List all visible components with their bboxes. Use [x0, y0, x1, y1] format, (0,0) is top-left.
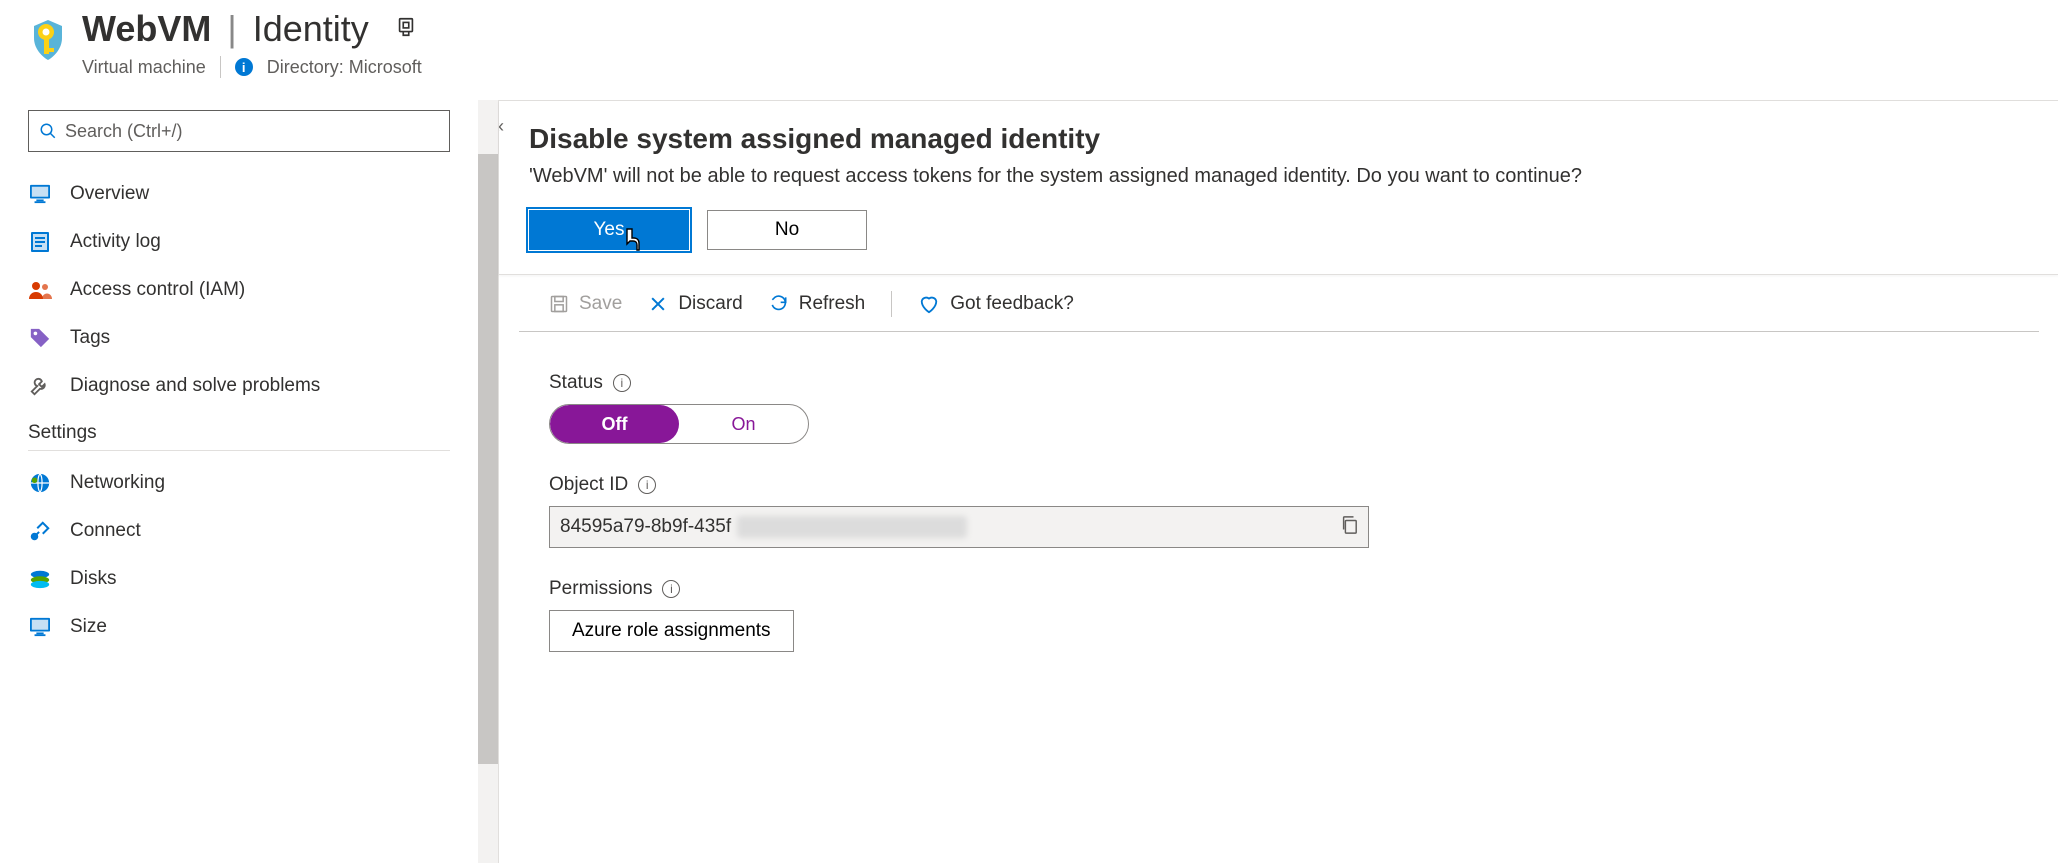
confirm-dialog: Disable system assigned managed identity…: [499, 101, 2058, 275]
object-id-field: 84595a79-8b9f-435f: [549, 506, 1369, 548]
toggle-off[interactable]: Off: [550, 405, 679, 443]
yes-button[interactable]: Yes: [529, 210, 689, 250]
key-resource-icon: [28, 18, 68, 67]
sidebar-item-label: Networking: [70, 472, 165, 494]
sidebar-item-overview[interactable]: Overview: [28, 170, 450, 218]
close-icon: [648, 294, 668, 314]
sidebar-item-label: Access control (IAM): [70, 279, 245, 301]
info-icon[interactable]: i: [638, 476, 656, 494]
object-id-label: Object ID: [549, 474, 628, 496]
people-icon: [28, 280, 52, 300]
sidebar-item-activity-log[interactable]: Activity log: [28, 218, 450, 266]
main-pane: Disable system assigned managed identity…: [498, 100, 2058, 863]
resource-name: WebVM: [82, 8, 211, 50]
sidebar-item-label: Overview: [70, 183, 149, 205]
blade-name: Identity: [253, 8, 369, 50]
sidebar-search[interactable]: [28, 110, 450, 152]
status-toggle[interactable]: Off On: [549, 404, 809, 444]
status-label: Status: [549, 372, 603, 394]
disks-icon: [28, 569, 52, 589]
refresh-button[interactable]: Refresh: [769, 293, 866, 315]
azure-role-assignments-button[interactable]: Azure role assignments: [549, 610, 794, 652]
dialog-message: 'WebVM' will not be able to request acce…: [529, 165, 2028, 188]
discard-button[interactable]: Discard: [648, 293, 742, 315]
save-icon: [549, 294, 569, 314]
no-button[interactable]: No: [707, 210, 867, 250]
search-icon: [39, 122, 57, 140]
info-icon[interactable]: i: [613, 374, 631, 392]
resource-type: Virtual machine: [82, 57, 206, 78]
breadcrumb: Virtual machine i Directory: Microsoft: [82, 56, 422, 78]
search-input[interactable]: [65, 121, 439, 142]
globe-icon: [28, 472, 52, 494]
sidebar-scrollbar[interactable]: [478, 100, 498, 863]
copy-icon[interactable]: [1340, 515, 1358, 540]
sidebar-item-label: Size: [70, 616, 107, 638]
save-button: Save: [549, 293, 622, 315]
sidebar-item-label: Connect: [70, 520, 141, 542]
scrollbar-thumb[interactable]: [478, 154, 498, 764]
tag-icon: [28, 327, 52, 349]
breadcrumb-divider: [220, 56, 221, 78]
toggle-on[interactable]: On: [679, 405, 808, 443]
sidebar-item-label: Diagnose and solve problems: [70, 375, 320, 397]
sidebar-item-label: Activity log: [70, 231, 161, 253]
pin-icon[interactable]: [395, 16, 417, 43]
sidebar-item-connect[interactable]: Connect: [28, 507, 450, 555]
sidebar-item-label: Tags: [70, 327, 110, 349]
heart-icon: [918, 294, 940, 314]
monitor-icon: [28, 617, 52, 637]
monitor-icon: [28, 184, 52, 204]
feedback-button[interactable]: Got feedback?: [918, 293, 1074, 315]
sidebar: « Overview Activity log Access control (…: [0, 100, 478, 863]
dialog-title: Disable system assigned managed identity: [529, 123, 2028, 155]
sidebar-item-networking[interactable]: Networking: [28, 459, 450, 507]
sidebar-item-size[interactable]: Size: [28, 603, 450, 651]
object-id-value: 84595a79-8b9f-435f: [560, 516, 731, 538]
sidebar-item-diagnose[interactable]: Diagnose and solve problems: [28, 362, 450, 410]
title-separator: |: [227, 8, 236, 50]
sidebar-item-tags[interactable]: Tags: [28, 314, 450, 362]
connect-icon: [28, 520, 52, 542]
sidebar-item-access-control[interactable]: Access control (IAM): [28, 266, 450, 314]
sidebar-section-settings: Settings: [28, 422, 450, 451]
command-bar: Save Discard Refresh Got feedback?: [519, 275, 2039, 332]
info-icon[interactable]: i: [235, 58, 253, 76]
log-icon: [28, 231, 52, 253]
permissions-label: Permissions: [549, 578, 652, 600]
info-icon[interactable]: i: [662, 580, 680, 598]
command-divider: [891, 291, 892, 317]
blade-header: WebVM | Identity Virtual machine i Direc…: [0, 0, 2058, 100]
wrench-icon: [28, 375, 52, 397]
directory-label: Directory: Microsoft: [267, 57, 422, 78]
sidebar-item-label: Disks: [70, 568, 116, 590]
identity-content: Status i Off On Object ID i 84595a79-8b9…: [499, 332, 2058, 692]
object-id-redacted: [737, 516, 967, 538]
sidebar-item-disks[interactable]: Disks: [28, 555, 450, 603]
refresh-icon: [769, 294, 789, 314]
